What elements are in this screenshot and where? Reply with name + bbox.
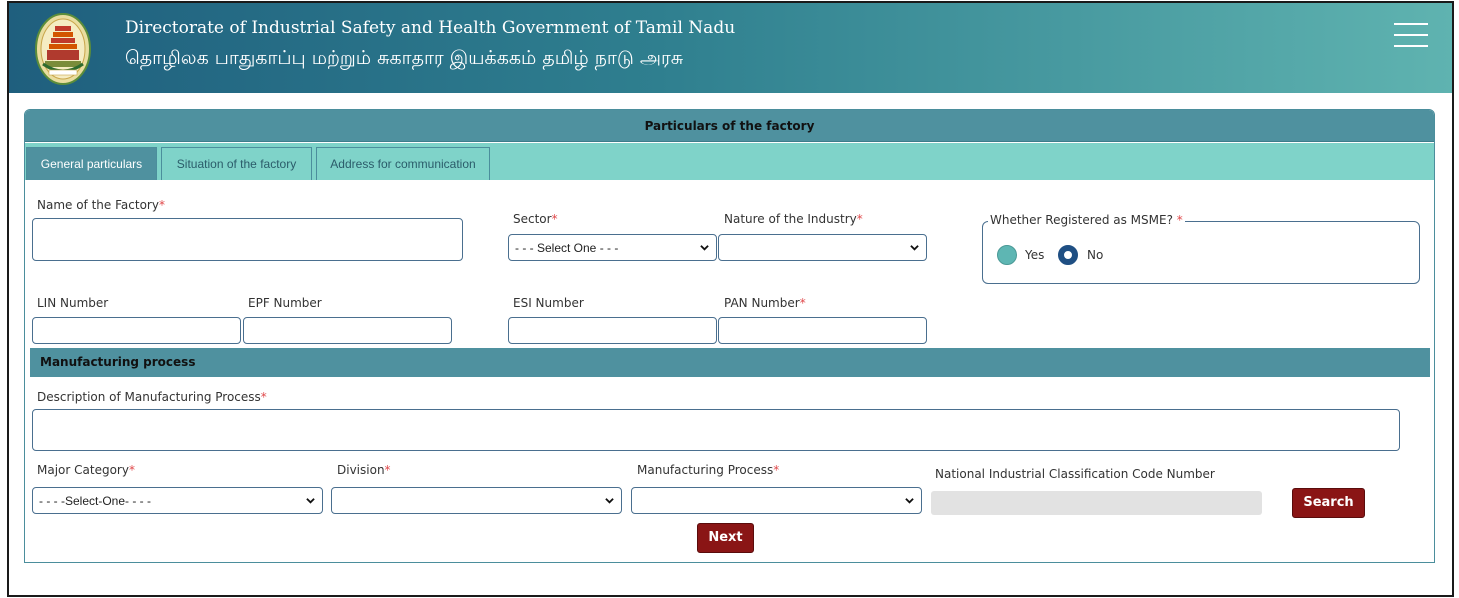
sector-label: Sector* <box>513 212 558 226</box>
hamburger-icon[interactable] <box>1394 23 1428 49</box>
msme-fieldset: Whether Registered as MSME? * Yes No <box>982 213 1420 284</box>
msme-legend: Whether Registered as MSME? * <box>988 213 1185 227</box>
card-title: Particulars of the factory <box>25 110 1434 142</box>
lin-number-input[interactable] <box>32 317 241 344</box>
nic-code-field <box>931 491 1262 515</box>
tab-general-particulars[interactable]: General particulars <box>26 147 157 180</box>
epf-number-input[interactable] <box>243 317 452 344</box>
epf-number-label: EPF Number <box>248 296 322 310</box>
msme-yes-label: Yes <box>1025 248 1045 262</box>
nature-of-industry-select[interactable] <box>718 234 927 261</box>
tab-situation-of-factory[interactable]: Situation of the factory <box>161 147 312 180</box>
msme-no-radio[interactable] <box>1058 245 1078 265</box>
next-button[interactable]: Next <box>697 523 754 553</box>
pan-number-input[interactable] <box>718 317 927 344</box>
app-window: Directorate of Industrial Safety and Hea… <box>7 1 1454 597</box>
factory-name-label: Name of the Factory* <box>37 198 165 212</box>
major-category-label: Major Category* <box>37 463 135 477</box>
major-category-select[interactable]: - - - -Select-One- - - - <box>32 487 323 514</box>
chevron-down-icon <box>605 498 614 504</box>
msme-yes-radio[interactable] <box>997 245 1017 265</box>
chevron-down-icon <box>905 498 914 504</box>
sector-select[interactable]: - - - Select One - - - <box>508 234 717 261</box>
hamburger-line <box>1394 45 1428 47</box>
description-input[interactable] <box>32 409 1400 451</box>
chevron-down-icon <box>910 245 919 251</box>
nature-of-industry-label: Nature of the Industry* <box>724 212 863 226</box>
nic-code-label: National Industrial Classification Code … <box>935 467 1215 481</box>
manufacturing-section-header: Manufacturing process <box>30 348 1430 377</box>
site-header: Directorate of Industrial Safety and Hea… <box>9 3 1452 93</box>
division-select[interactable] <box>331 487 622 514</box>
tamil-nadu-emblem-icon <box>35 13 91 85</box>
tab-bar: General particulars Situation of the fac… <box>25 143 1434 180</box>
esi-number-input[interactable] <box>508 317 717 344</box>
factory-particulars-card: Particulars of the factory General parti… <box>24 109 1435 563</box>
hamburger-line <box>1394 34 1428 36</box>
factory-name-input[interactable] <box>32 218 463 261</box>
description-label: Description of Manufacturing Process* <box>37 390 267 404</box>
division-label: Division* <box>337 463 391 477</box>
search-button[interactable]: Search <box>1292 488 1365 518</box>
header-title-tamil: தொழிலக பாதுகாப்பு மற்றும் சுகாதார இயக்கக… <box>125 47 684 69</box>
manufacturing-process-label: Manufacturing Process* <box>637 463 780 477</box>
pan-number-label: PAN Number* <box>724 296 806 310</box>
hamburger-line <box>1394 23 1428 25</box>
header-title-english: Directorate of Industrial Safety and Hea… <box>125 18 736 38</box>
lin-number-label: LIN Number <box>37 296 109 310</box>
manufacturing-process-select[interactable] <box>631 487 922 514</box>
tab-address-for-communication[interactable]: Address for communication <box>316 147 490 180</box>
esi-number-label: ESI Number <box>513 296 584 310</box>
chevron-down-icon <box>306 498 315 504</box>
msme-no-label: No <box>1087 248 1104 262</box>
chevron-down-icon <box>700 245 709 251</box>
